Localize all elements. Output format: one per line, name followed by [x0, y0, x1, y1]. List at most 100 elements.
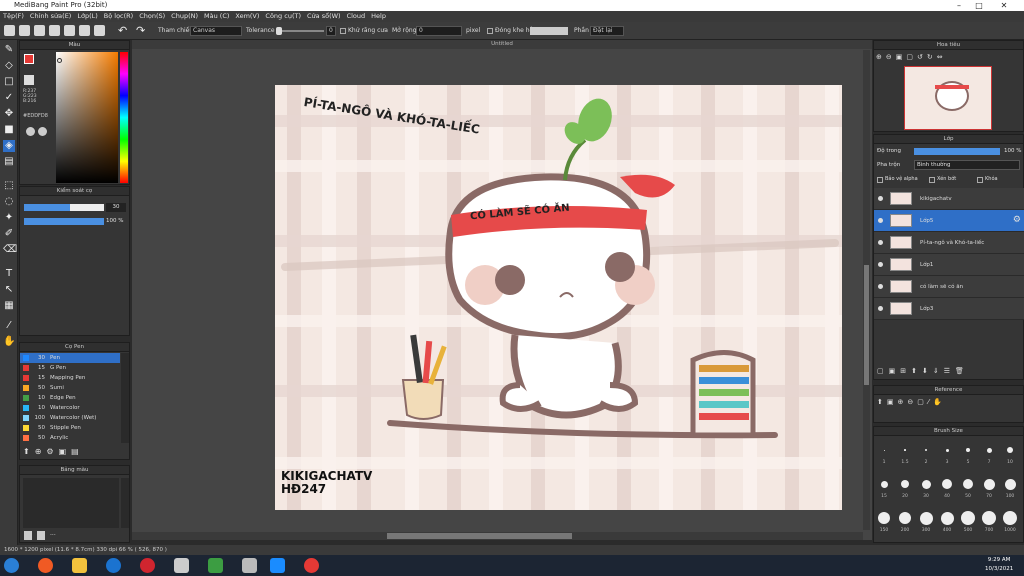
pen-item[interactable]: 15 G Pen: [20, 363, 120, 373]
primary-color-swatch[interactable]: [24, 54, 34, 64]
visibility-icon[interactable]: [878, 196, 883, 201]
brush-size-option[interactable]: [878, 512, 890, 524]
brush-size-option[interactable]: [1003, 511, 1017, 525]
brush-size-option[interactable]: [880, 480, 888, 488]
brush-size-option[interactable]: [983, 478, 995, 490]
magic-wand-icon[interactable]: ✦: [3, 212, 15, 224]
color-picker-cursor[interactable]: [57, 58, 62, 63]
tolerance-value[interactable]: 0: [326, 26, 336, 36]
menu-color[interactable]: Màu (C): [201, 11, 232, 22]
pen-delete-icon[interactable]: ▤: [71, 447, 84, 456]
layer-down-icon[interactable]: ⬇: [922, 367, 933, 375]
grid-icon[interactable]: [64, 25, 75, 36]
cloud-icon[interactable]: [49, 25, 60, 36]
select-eraser-icon[interactable]: ⌫: [3, 244, 17, 256]
wechat-icon[interactable]: [208, 558, 223, 573]
bucket-icon[interactable]: ◈: [3, 140, 15, 152]
palette-new-icon[interactable]: [24, 531, 32, 540]
brush-size-option[interactable]: [940, 511, 954, 525]
navigator-preview[interactable]: [904, 66, 992, 130]
reset-button[interactable]: Đặt lại: [590, 26, 624, 36]
ref-folder-icon[interactable]: ▣: [887, 398, 898, 406]
brush-size-option[interactable]: [921, 479, 931, 489]
select-pen-icon[interactable]: ✐: [3, 228, 15, 240]
eraser-icon[interactable]: ◇: [3, 60, 15, 72]
rotate-right-icon[interactable]: ↻: [927, 53, 937, 61]
brush-size-option[interactable]: [904, 449, 906, 451]
snap-icon[interactable]: [79, 25, 90, 36]
layer-row[interactable]: Lớp1: [874, 254, 1024, 276]
artwork-canvas[interactable]: PÍ-TA-NGÔ VÀ KHÓ-TA-LIẾC CÓ LÀM SẼ CÓ ĂN…: [275, 85, 842, 510]
zalo-icon[interactable]: [270, 558, 285, 573]
brush-size-option[interactable]: [982, 511, 996, 525]
transparent-color-swatch[interactable]: [24, 75, 34, 85]
operation-icon[interactable]: ↖: [3, 284, 15, 296]
blend-select[interactable]: Bình thường: [914, 160, 1020, 170]
new-file-icon[interactable]: [4, 25, 15, 36]
app-icon[interactable]: [174, 558, 189, 573]
brush-size-option[interactable]: [1004, 478, 1016, 490]
layer-opacity-slider[interactable]: [914, 148, 1000, 155]
expand-input[interactable]: 0: [416, 26, 462, 36]
brush-icon[interactable]: ✎: [3, 44, 15, 56]
divide-icon[interactable]: ▦: [3, 300, 15, 312]
brush-size-option[interactable]: [919, 511, 933, 525]
zoom-in-icon[interactable]: ⊕: [876, 53, 886, 61]
save-icon[interactable]: [34, 25, 45, 36]
close-gap-checkbox[interactable]: [487, 28, 493, 34]
palette-list[interactable]: [23, 478, 119, 528]
start-icon[interactable]: [4, 558, 19, 573]
fit-icon[interactable]: ▣: [896, 53, 907, 61]
visibility-icon[interactable]: [878, 218, 883, 223]
pen-item[interactable]: 15 Mapping Pen: [20, 373, 120, 383]
brush-size-option[interactable]: [966, 448, 970, 452]
undo-icon[interactable]: ↶: [118, 25, 129, 36]
pen-folder-icon[interactable]: ▣: [59, 447, 72, 456]
actual-size-icon[interactable]: ▢: [906, 53, 917, 61]
palette-scrollbar[interactable]: [121, 478, 129, 528]
menu-snap[interactable]: Chụp(N): [168, 11, 201, 22]
brush-size-option[interactable]: [925, 449, 927, 451]
brush-size-option[interactable]: [963, 479, 973, 489]
pen-item[interactable]: 30 Pen: [20, 353, 120, 363]
menu-layer[interactable]: Lớp(L): [74, 11, 100, 22]
fill-rect-icon[interactable]: ■: [3, 124, 15, 136]
pen-up-icon[interactable]: ⬆: [23, 447, 35, 456]
menu-select[interactable]: Chọn(S): [136, 11, 168, 22]
brush-size-option[interactable]: [986, 447, 992, 453]
network-icon[interactable]: [242, 558, 257, 573]
ref-hand-icon[interactable]: ✋: [933, 398, 946, 406]
medibang-icon[interactable]: [304, 558, 319, 573]
flip-icon[interactable]: ⇔: [937, 53, 947, 61]
saturation-value-picker[interactable]: [56, 52, 118, 183]
ref-fit-icon[interactable]: ▢: [917, 398, 928, 406]
palette-delete-icon[interactable]: [37, 531, 45, 540]
ref-up-icon[interactable]: ⬆: [877, 398, 887, 406]
layer-row[interactable]: Pí-ta-ngô và Khó-ta-liếc: [874, 232, 1024, 254]
brush-size-option[interactable]: [945, 448, 949, 452]
lock-checkbox[interactable]: [977, 177, 983, 183]
ref-zoom-in-icon[interactable]: ⊕: [898, 398, 908, 406]
layer-menu-icon[interactable]: ☰: [944, 367, 955, 375]
document-tab[interactable]: Untitled: [132, 40, 872, 49]
move-icon[interactable]: ✥: [3, 108, 15, 120]
antialias-checkbox[interactable]: [340, 28, 346, 34]
rotate-icon[interactable]: [94, 25, 105, 36]
brush-size-option[interactable]: [901, 480, 909, 488]
maximize-button[interactable]: □: [970, 0, 988, 11]
visibility-icon[interactable]: [878, 240, 883, 245]
visibility-icon[interactable]: [878, 262, 883, 267]
palette-more[interactable]: ...: [50, 530, 56, 537]
menu-help[interactable]: Help: [368, 11, 389, 22]
brush-size-option[interactable]: [942, 479, 952, 489]
protect-alpha-checkbox[interactable]: [877, 177, 883, 183]
brush-size-option[interactable]: [1007, 447, 1013, 453]
menu-view[interactable]: Xem(V): [232, 11, 262, 22]
add-layer-icon[interactable]: ⊞: [900, 367, 911, 375]
delete-layer-icon[interactable]: 🗑: [955, 367, 969, 375]
merge-layer-icon[interactable]: ⇓: [933, 367, 944, 375]
close-button[interactable]: ✕: [995, 0, 1013, 11]
layer-row[interactable]: Lớp5 ⚙: [874, 210, 1024, 232]
redo-icon[interactable]: ↷: [136, 25, 147, 36]
explorer-icon[interactable]: [72, 558, 87, 573]
